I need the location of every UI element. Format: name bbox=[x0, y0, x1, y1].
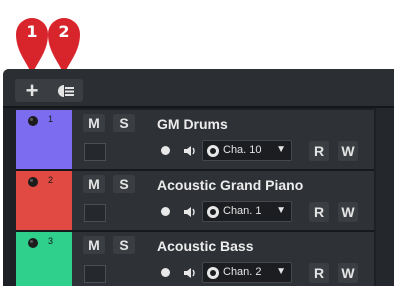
solo-button[interactable]: S bbox=[113, 236, 135, 254]
track-number: 3 bbox=[48, 236, 54, 246]
callout-2: 2 bbox=[46, 12, 82, 76]
track-row[interactable]: 1 M S GM Drums Cha. 10 ▼ R W bbox=[16, 110, 374, 169]
callout-2-label: 2 bbox=[58, 22, 70, 41]
track-color-strip[interactable]: 1 bbox=[16, 110, 72, 169]
track-controls: M S Acoustic Bass Chan. 2 ▼ R W bbox=[72, 232, 374, 286]
mute-button[interactable]: M bbox=[83, 175, 105, 193]
add-track-button[interactable]: + bbox=[15, 79, 49, 102]
midi-track-icon bbox=[28, 177, 38, 187]
read-automation-button[interactable]: R bbox=[309, 263, 329, 283]
callout-1-label: 1 bbox=[26, 22, 38, 41]
track-edit-box[interactable] bbox=[84, 204, 106, 222]
track-controls: M S Acoustic Grand Piano Chan. 1 ▼ R W bbox=[72, 171, 374, 230]
callout-1: 1 bbox=[14, 12, 50, 76]
record-enable-button[interactable] bbox=[161, 268, 170, 277]
record-enable-button[interactable] bbox=[161, 146, 170, 155]
track-controls: M S GM Drums Cha. 10 ▼ R W bbox=[72, 110, 374, 169]
track-edit-box[interactable] bbox=[84, 265, 106, 283]
track-edit-box[interactable] bbox=[84, 143, 106, 161]
midi-port-icon bbox=[207, 206, 219, 218]
track-number: 1 bbox=[48, 114, 54, 124]
midi-channel-select[interactable]: Cha. 10 ▼ bbox=[202, 140, 292, 161]
chevron-down-icon: ▼ bbox=[276, 266, 286, 277]
add-track-from-preset-button[interactable] bbox=[49, 79, 83, 102]
read-automation-button[interactable]: R bbox=[309, 141, 329, 161]
midi-port-icon bbox=[207, 145, 219, 157]
monitor-icon[interactable] bbox=[182, 265, 198, 281]
midi-channel-select[interactable]: Chan. 1 ▼ bbox=[202, 201, 292, 222]
track-name[interactable]: Acoustic Bass bbox=[157, 238, 253, 254]
write-automation-button[interactable]: W bbox=[338, 263, 358, 283]
record-enable-button[interactable] bbox=[161, 207, 170, 216]
track-number: 2 bbox=[48, 175, 54, 185]
track-list-toolbar: + bbox=[3, 69, 394, 106]
add-from-preset-icon bbox=[58, 84, 74, 97]
plus-icon: + bbox=[25, 78, 39, 103]
chevron-down-icon: ▼ bbox=[276, 144, 286, 155]
solo-button[interactable]: S bbox=[113, 175, 135, 193]
monitor-icon[interactable] bbox=[182, 143, 198, 159]
track-row[interactable]: 3 M S Acoustic Bass Chan. 2 ▼ R W bbox=[16, 232, 374, 286]
track-color-strip[interactable]: 2 bbox=[16, 171, 72, 230]
midi-track-icon bbox=[28, 238, 38, 248]
track-name[interactable]: GM Drums bbox=[157, 116, 228, 132]
toolbar-divider bbox=[3, 106, 394, 108]
monitor-icon[interactable] bbox=[182, 204, 198, 220]
track-row[interactable]: 2 M S Acoustic Grand Piano Chan. 1 ▼ R W bbox=[16, 171, 374, 230]
track-list-panel: + 1 M S GM Drums Cha. 10 ▼ R W 2 M S Aco… bbox=[3, 69, 394, 286]
midi-channel-select[interactable]: Chan. 2 ▼ bbox=[202, 262, 292, 283]
midi-port-icon bbox=[207, 267, 219, 279]
write-automation-button[interactable]: W bbox=[338, 202, 358, 222]
write-automation-button[interactable]: W bbox=[338, 141, 358, 161]
add-track-group: + bbox=[15, 79, 83, 102]
chevron-down-icon: ▼ bbox=[276, 205, 286, 216]
midi-channel-value: Cha. 10 bbox=[223, 144, 262, 156]
midi-channel-value: Chan. 1 bbox=[223, 205, 262, 217]
read-automation-button[interactable]: R bbox=[309, 202, 329, 222]
mute-button[interactable]: M bbox=[83, 114, 105, 132]
track-name[interactable]: Acoustic Grand Piano bbox=[157, 177, 303, 193]
midi-channel-value: Chan. 2 bbox=[223, 266, 262, 278]
midi-track-icon bbox=[28, 116, 38, 126]
track-color-strip[interactable]: 3 bbox=[16, 232, 72, 286]
track-list-scroll-rail[interactable] bbox=[376, 108, 394, 286]
solo-button[interactable]: S bbox=[113, 114, 135, 132]
mute-button[interactable]: M bbox=[83, 236, 105, 254]
